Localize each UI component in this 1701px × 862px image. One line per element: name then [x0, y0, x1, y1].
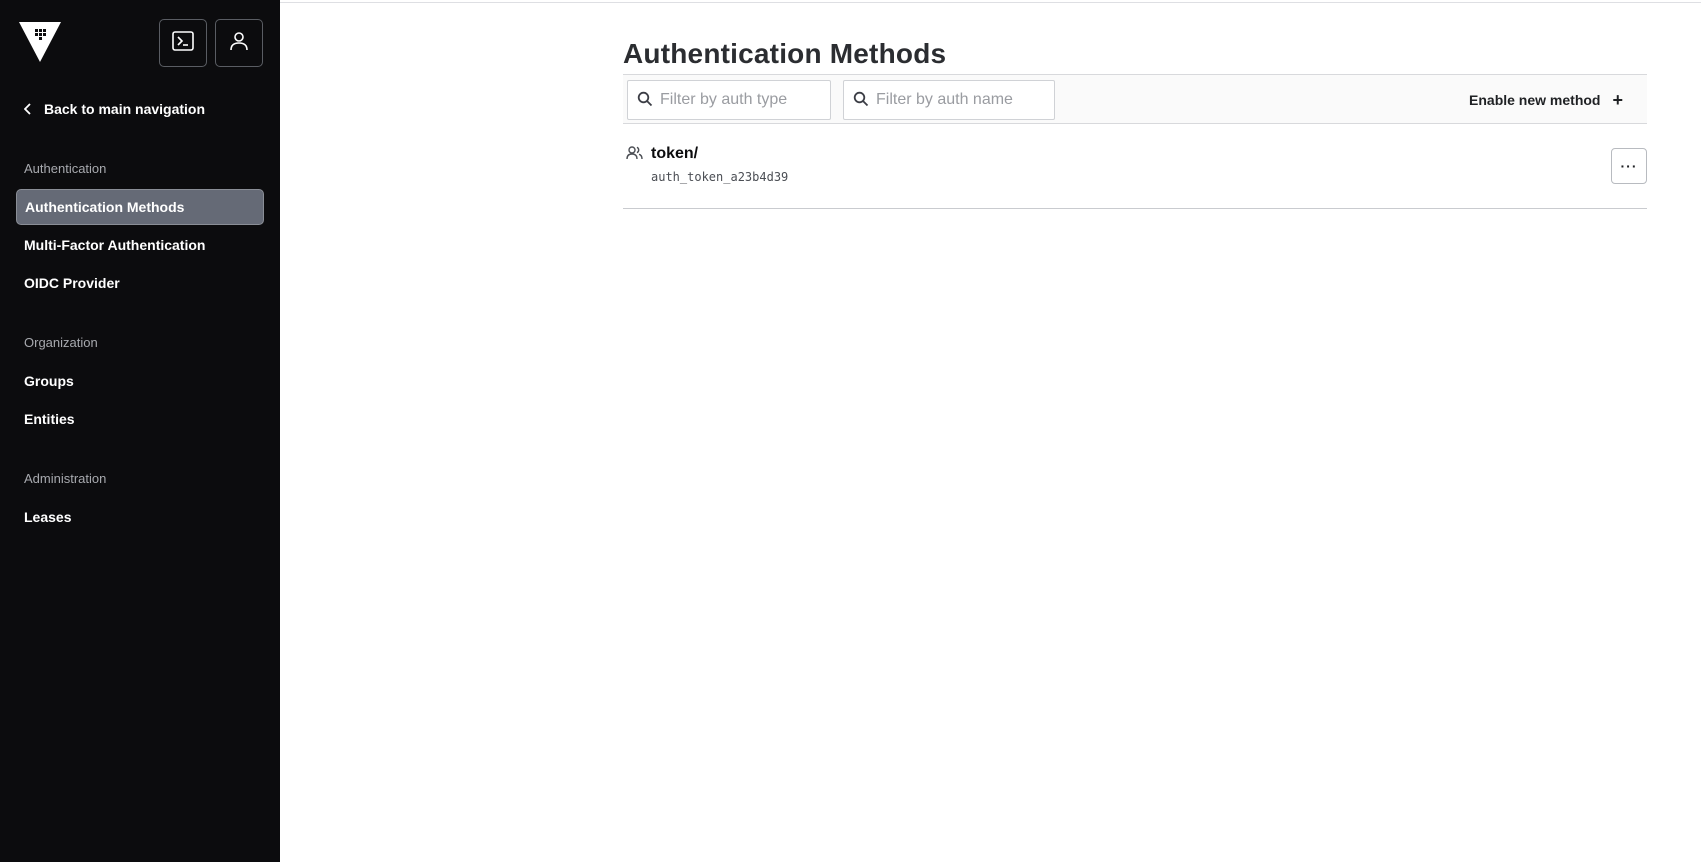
user-menu-button[interactable] [215, 19, 263, 67]
back-nav-label: Back to main navigation [44, 101, 206, 117]
auth-method-path-link[interactable]: token/ [651, 145, 698, 163]
main-content: Authentication Methods Enable new method… [280, 0, 1701, 862]
page-title: Authentication Methods [623, 38, 947, 69]
section-title-authentication: Authentication [24, 161, 107, 176]
search-icon [853, 91, 869, 112]
filter-auth-type[interactable] [627, 80, 831, 120]
enable-new-method-button[interactable]: Enable new method + [1469, 89, 1623, 111]
list-item: token/ auth_token_a23b4d39 ··· [623, 124, 1647, 209]
top-divider [280, 2, 1701, 3]
plus-icon: + [1612, 90, 1623, 110]
filter-auth-name-input[interactable] [876, 91, 1046, 109]
vault-logo-icon[interactable] [19, 22, 61, 62]
sidebar: Back to main navigation Authentication A… [0, 0, 280, 862]
terminal-icon [172, 30, 194, 56]
sidebar-item-entities[interactable]: Entities [16, 401, 264, 437]
users-icon [626, 146, 643, 165]
user-icon [229, 31, 249, 56]
back-to-main-navigation[interactable]: Back to main navigation [24, 99, 205, 119]
sidebar-item-authentication-methods[interactable]: Authentication Methods [16, 189, 264, 225]
sidebar-item-multi-factor-authentication[interactable]: Multi-Factor Authentication [16, 227, 264, 263]
console-button[interactable] [159, 19, 207, 67]
auth-method-accessor: auth_token_a23b4d39 [651, 170, 789, 184]
sidebar-item-oidc-provider[interactable]: OIDC Provider [16, 265, 264, 301]
enable-new-method-label: Enable new method [1469, 92, 1601, 108]
sidebar-header [0, 0, 280, 80]
toolbar: Enable new method + [623, 74, 1647, 124]
more-options-button[interactable]: ··· [1611, 148, 1647, 184]
filter-auth-name[interactable] [843, 80, 1055, 120]
filter-auth-type-input[interactable] [660, 91, 822, 109]
chevron-left-icon [24, 103, 32, 115]
more-icon: ··· [1620, 158, 1638, 174]
search-icon [637, 91, 653, 112]
section-title-organization: Organization [24, 335, 98, 350]
sidebar-item-groups[interactable]: Groups [16, 363, 264, 399]
sidebar-item-leases[interactable]: Leases [16, 499, 264, 535]
section-title-administration: Administration [24, 471, 107, 486]
